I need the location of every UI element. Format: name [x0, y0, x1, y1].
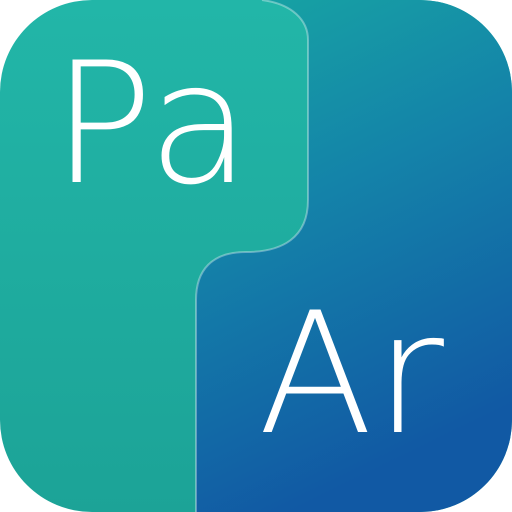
- top-letters: Pa: [52, 26, 253, 222]
- bottom-letters: Ar: [258, 276, 446, 472]
- app-icon: Pa Ar: [0, 0, 512, 512]
